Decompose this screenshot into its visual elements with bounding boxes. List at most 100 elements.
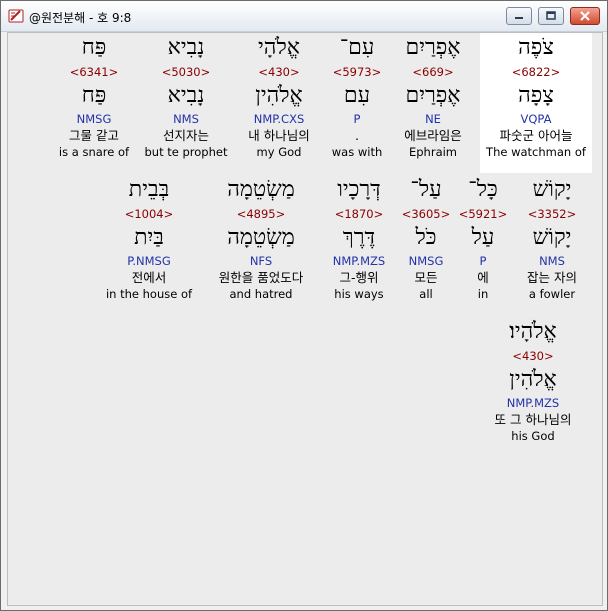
english-gloss: was with bbox=[331, 145, 383, 159]
close-button[interactable] bbox=[570, 7, 600, 25]
word-elohay[interactable]: אֱלֹהָי <430> אֱלֹהִין NMP.CXS 내 하나님의 my… bbox=[229, 33, 329, 173]
lemma: אֶפְרַיִם bbox=[405, 83, 461, 108]
lemma: דֶּרֶךְ bbox=[342, 225, 376, 250]
parsing-code: P bbox=[479, 254, 487, 268]
word-al[interactable]: עַל־ <3605> כֹּל NMSG 모든 all bbox=[400, 175, 452, 315]
parsing-code: VQPA bbox=[520, 112, 552, 126]
korean-gloss: 또 그 하나님의 bbox=[494, 412, 572, 427]
bible-app-icon bbox=[8, 9, 24, 23]
english-gloss: but te prophet bbox=[144, 145, 228, 159]
hebrew-word: צֹפֶה bbox=[518, 35, 554, 60]
korean-gloss: 그물 같고 bbox=[69, 128, 119, 143]
word-im[interactable]: עִם־ <5973> עִם P . was with bbox=[322, 33, 392, 173]
strong-number[interactable]: <6822> bbox=[480, 63, 592, 81]
strong-number[interactable]: <669> bbox=[388, 63, 478, 81]
parsing-code: NMP.MZS bbox=[332, 254, 386, 268]
strong-number[interactable]: <3352> bbox=[512, 205, 592, 223]
parsing-code: NE bbox=[425, 112, 441, 126]
strong-number[interactable]: <1870> bbox=[320, 205, 398, 223]
korean-gloss: 그-행위 bbox=[339, 270, 379, 285]
lemma: יָקוֹשׁ bbox=[532, 225, 572, 250]
hebrew-word: יָקוֹשׁ bbox=[532, 177, 572, 202]
english-gloss: a fowler bbox=[528, 287, 576, 301]
maximize-button[interactable] bbox=[538, 7, 564, 25]
hebrew-word: אֶפְרַיִם bbox=[405, 35, 461, 60]
parsing-code: NMS bbox=[173, 112, 199, 126]
english-gloss: all bbox=[419, 287, 433, 301]
lemma: נָבִיא bbox=[167, 83, 205, 108]
hebrew-word: בְּבֵית bbox=[128, 177, 170, 202]
english-gloss: in the house of bbox=[105, 287, 193, 301]
strong-number[interactable]: <5973> bbox=[322, 63, 392, 81]
lemma: פַּח bbox=[81, 83, 107, 108]
strong-number[interactable]: <5030> bbox=[136, 63, 236, 81]
parsing-code: NMP.MZS bbox=[506, 396, 560, 410]
lemma: עִם bbox=[343, 83, 371, 108]
english-gloss: in bbox=[477, 287, 489, 301]
strong-number[interactable]: <4895> bbox=[204, 205, 318, 223]
korean-gloss: 선지자는 bbox=[162, 128, 209, 143]
word-pach[interactable]: פַּח <6341> פַּח NMSG 그물 같고 is a snare o… bbox=[44, 33, 144, 173]
parsing-code: NMP.CXS bbox=[253, 112, 305, 126]
korean-gloss: 전에서 bbox=[131, 270, 167, 285]
lemma: כֹּל bbox=[415, 225, 437, 250]
parsing-code: NMSG bbox=[408, 254, 444, 268]
hebrew-word: אֱלֹהָי bbox=[258, 35, 300, 60]
maximize-icon bbox=[546, 11, 556, 20]
verse-analysis-panel[interactable]: פַּח <6341> פַּח NMSG 그물 같고 is a snare o… bbox=[7, 32, 603, 606]
strong-number[interactable]: <1004> bbox=[96, 205, 202, 223]
english-gloss: his ways bbox=[334, 287, 384, 301]
parsing-code: P bbox=[353, 112, 361, 126]
hebrew-word: אֱלֹהָיו׃ bbox=[509, 319, 557, 344]
hebrew-word: עַל־ bbox=[410, 177, 442, 202]
minimize-icon bbox=[515, 17, 523, 19]
english-gloss: his God bbox=[511, 429, 555, 443]
word-tsofeh-selected[interactable]: צֹפֶה <6822> צָפָה VQPA 파숫군 아어늘 The watc… bbox=[480, 33, 592, 173]
lemma: צָפָה bbox=[518, 83, 554, 108]
english-gloss: and hatred bbox=[229, 287, 293, 301]
english-gloss: my God bbox=[256, 145, 302, 159]
korean-gloss: . bbox=[355, 128, 359, 143]
word-beveit[interactable]: בְּבֵית <1004> בַּיִת P.NMSG 전에서 in the … bbox=[96, 175, 202, 315]
title-bar[interactable]: @원전분해 - 호 9:8 bbox=[1, 1, 607, 32]
strong-number[interactable]: <3605> bbox=[400, 205, 452, 223]
english-gloss: Ephraim bbox=[408, 145, 458, 159]
english-gloss: is a snare of bbox=[58, 145, 130, 159]
word-navi[interactable]: נָבִיא <5030> נָבִיא NMS 선지자는 but te pro… bbox=[136, 33, 236, 173]
lemma: מַשְׂטֵמָה bbox=[227, 225, 295, 250]
lemma: בַּיִת bbox=[134, 225, 164, 250]
word-kol[interactable]: כָּל־ <5921> עַל P 에 in bbox=[458, 175, 508, 315]
hebrew-word: מַשְׂטֵמָה bbox=[227, 177, 295, 202]
korean-gloss: 잡는 자의 bbox=[527, 270, 577, 285]
word-yaqosh[interactable]: יָקוֹשׁ <3352> יָקוֹשׁ NMS 잡는 자의 a fowle… bbox=[512, 175, 592, 315]
window-title: @원전분해 - 호 9:8 bbox=[29, 11, 132, 25]
strong-number[interactable]: <5921> bbox=[458, 205, 508, 223]
strong-number[interactable]: <430> bbox=[474, 347, 592, 365]
app-window: @원전분해 - 호 9:8 פַּח <6341> פַּח NMSG 그물 같… bbox=[0, 0, 608, 611]
strong-number[interactable]: <430> bbox=[229, 63, 329, 81]
hebrew-word: כָּל־ bbox=[468, 177, 498, 202]
word-ephraim[interactable]: אֶפְרַיִם <669> אֶפְרַיִם NE 에브라임은 Ephra… bbox=[388, 33, 478, 173]
korean-gloss: 에브라임은 bbox=[404, 128, 462, 143]
verse-row-1: פַּח <6341> פַּח NMSG 그물 같고 is a snare o… bbox=[8, 33, 602, 173]
minimize-button[interactable] bbox=[506, 7, 532, 25]
hebrew-word: פַּח bbox=[81, 35, 107, 60]
parsing-code: NMSG bbox=[76, 112, 112, 126]
hebrew-word: עִם־ bbox=[339, 35, 375, 60]
lemma: אֱלֹהִין bbox=[509, 367, 557, 392]
verse-row-2: בְּבֵית <1004> בַּיִת P.NMSG 전에서 in the … bbox=[8, 175, 602, 315]
word-derakhav[interactable]: דְּרָכָיו <1870> דֶּרֶךְ NMP.MZS 그-행위 hi… bbox=[320, 175, 398, 315]
korean-gloss: 모든 bbox=[414, 270, 438, 285]
korean-gloss: 파숫군 아어늘 bbox=[499, 128, 573, 143]
korean-gloss: 내 하나님의 bbox=[248, 128, 310, 143]
parsing-code: P.NMSG bbox=[127, 254, 171, 268]
verse-row-3: אֱלֹהָיו׃ <430> אֱלֹהִין NMP.MZS 또 그 하나님… bbox=[8, 317, 602, 457]
word-elohav[interactable]: אֱלֹהָיו׃ <430> אֱלֹהִין NMP.MZS 또 그 하나님… bbox=[474, 317, 592, 457]
parsing-code: NMS bbox=[539, 254, 565, 268]
word-mastemah[interactable]: מַשְׂטֵמָה <4895> מַשְׂטֵמָה NFS 원한을 품었도… bbox=[204, 175, 318, 315]
korean-gloss: 원한을 품었도다 bbox=[218, 270, 304, 285]
strong-number[interactable]: <6341> bbox=[44, 63, 144, 81]
lemma: עַל bbox=[471, 225, 495, 250]
hebrew-word: דְּרָכָיו bbox=[337, 177, 381, 202]
korean-gloss: 에 bbox=[477, 270, 489, 285]
